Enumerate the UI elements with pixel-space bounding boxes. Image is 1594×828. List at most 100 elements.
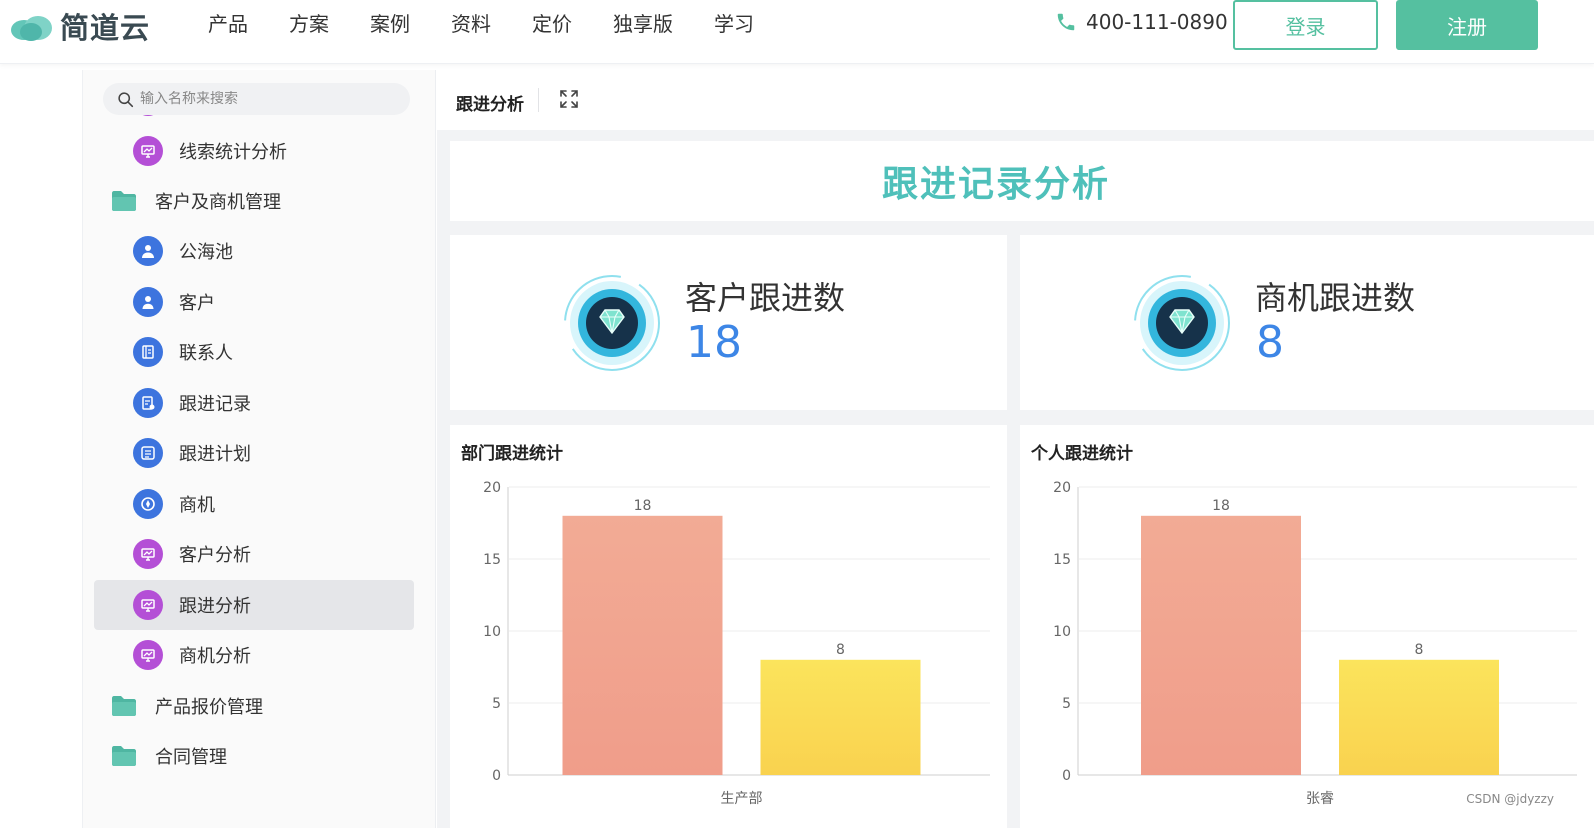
y-tick-label: 15 [483,552,501,568]
y-tick-label: 5 [492,696,501,712]
user-icon [133,287,163,317]
sidebar-item-label: 线索统计分析 [179,142,287,163]
main-nav: 产品 方案 案例 资料 定价 独享版 学习 [208,10,795,38]
chart-screen-icon [133,640,163,670]
sidebar-item-label: 合同管理 [155,747,227,768]
sidebar-item[interactable]: 产品报价管理 [83,681,435,731]
sidebar-item-label: 客户分析 [179,545,251,566]
folder-icon [112,746,136,766]
sidebar-item-label: 客户 [179,293,215,314]
sidebar-item[interactable]: 客户 [83,277,435,327]
header-divider [538,88,539,112]
sidebar-item[interactable]: 商机 [83,479,435,529]
sidebar-item-label: 公海池 [179,242,233,263]
fullscreen-icon[interactable] [558,88,580,110]
sidebar-item[interactable]: 线索统计分析 [83,126,435,176]
phone-number: 400-111-0890 [1086,10,1228,34]
nav-item-pricing[interactable]: 定价 [532,10,572,38]
diamond-icon [564,275,660,371]
y-tick-label: 5 [1062,696,1071,712]
personal-bar-chart: 0 5 10 15 20 18 8 张睿 [1053,480,1577,807]
nav-item-solutions[interactable]: 方案 [289,10,329,38]
stat-label: 客户跟进数 [685,279,846,317]
sidebar-item[interactable]: 跟进分析 [94,580,414,630]
sidebar-item-label: 联系人 [179,343,233,364]
nav-item-learn[interactable]: 学习 [714,10,754,38]
main-content: 跟进分析 跟进记录分析 客户跟进数 18 商机跟进数 8 部门跟进统计 0 5 … [437,70,1594,828]
compass-icon [133,489,163,519]
x-category-label: 张睿 [1306,791,1334,807]
sidebar-item-label: 客户及商机管理 [155,192,281,213]
bar[interactable] [1339,659,1499,775]
stat-card-opportunity-followups: 商机跟进数 8 [1020,235,1594,410]
register-button[interactable]: 注册 [1396,0,1538,50]
sidebar-item[interactable]: 跟进记录 [83,378,435,428]
chart-card-department: 部门跟进统计 0 5 10 15 20 18 8 生产部 [450,425,1007,828]
sidebar-item[interactable]: 客户分析 [83,529,435,579]
banner-title: 跟进记录分析 [881,164,1110,205]
search-input[interactable] [140,91,390,107]
bar[interactable] [1141,515,1301,775]
folder-icon [112,191,136,211]
y-tick-label: 20 [1053,480,1071,496]
record-doc-icon [133,388,163,418]
sidebar-item[interactable]: 合同管理 [83,731,435,781]
chart-screen-icon [133,136,163,166]
cloud-logo-icon [11,16,52,41]
y-tick-label: 10 [1053,624,1071,640]
y-tick-label: 0 [492,768,501,784]
sidebar-item-label: 跟进计划 [179,444,251,465]
y-tick-label: 10 [483,624,501,640]
sidebar: 市场活动分析线索统计分析客户及商机管理公海池客户联系人跟进记录跟进计划商机客户分… [82,70,436,828]
search-box[interactable] [103,83,410,115]
y-tick-label: 0 [1062,768,1071,784]
brand-logo[interactable]: 简道云 [8,6,150,46]
stat-value: 18 [686,317,742,368]
watermark: CSDN @jdyzzy [1466,792,1554,806]
bar-data-label: 8 [836,642,845,658]
diamond-icon [1134,275,1230,371]
chart-screen-icon [133,539,163,569]
sidebar-item[interactable]: 商机分析 [83,630,435,680]
nav-item-cases[interactable]: 案例 [370,10,410,38]
sidebar-item[interactable]: 联系人 [83,327,435,377]
plan-list-icon [133,438,163,468]
nav-item-products[interactable]: 产品 [208,10,248,38]
nav-item-dedicated[interactable]: 独享版 [613,10,673,38]
top-navigation-bar: 简道云 产品 方案 案例 资料 定价 独享版 学习 400-111-0890 登… [0,0,1594,64]
bar[interactable] [760,659,921,775]
sidebar-item-label: 产品报价管理 [155,697,263,718]
page-header: 跟进分析 [437,70,1594,130]
sidebar-item[interactable]: 公海池 [83,226,435,276]
bar-data-label: 18 [634,498,652,514]
contact-phone: 400-111-0890 [1055,10,1228,34]
stat-value: 8 [1256,317,1284,368]
chart-card-personal: 个人跟进统计 0 5 10 15 20 18 8 张睿 CSDN @jdyzzy [1020,425,1594,828]
department-bar-chart: 0 5 10 15 20 18 8 生产部 [483,480,990,807]
bar[interactable] [562,515,723,775]
y-tick-label: 15 [1053,552,1071,568]
sidebar-item-label: 商机分析 [179,646,251,667]
banner: 跟进记录分析 [450,141,1594,221]
brand-name: 简道云 [60,11,151,45]
phone-icon [1057,13,1075,31]
sidebar-item-label: 商机 [179,495,215,516]
stat-card-customer-followups: 客户跟进数 18 [450,235,1007,410]
bar-data-label: 18 [1212,498,1230,514]
sidebar-item[interactable]: 客户及商机管理 [83,176,435,226]
stat-label: 商机跟进数 [1255,279,1416,317]
user-pool-icon [133,236,163,266]
sidebar-item-label: 跟进记录 [179,394,251,415]
page-title: 跟进分析 [456,95,524,115]
folder-icon [112,696,136,716]
contact-book-icon [133,337,163,367]
chart-screen-icon [133,590,163,620]
sidebar-item-label: 跟进分析 [179,596,251,617]
x-category-label: 生产部 [721,791,763,807]
nav-item-resources[interactable]: 资料 [451,10,491,38]
bar-data-label: 8 [1415,642,1424,658]
y-tick-label: 20 [483,480,501,496]
sidebar-item[interactable]: 跟进计划 [83,428,435,478]
search-icon [118,91,134,107]
login-button[interactable]: 登录 [1233,0,1378,50]
